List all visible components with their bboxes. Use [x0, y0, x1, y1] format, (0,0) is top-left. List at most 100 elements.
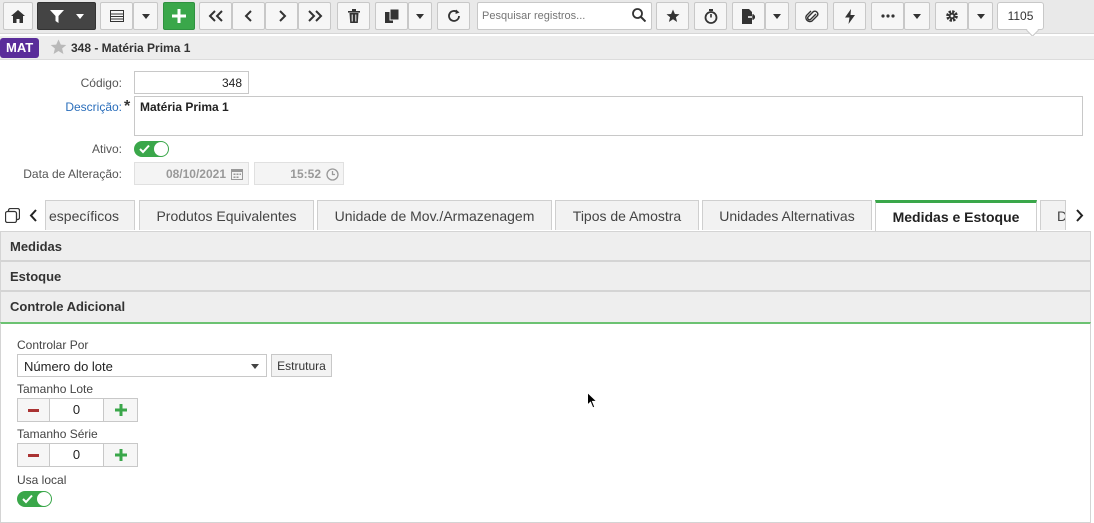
list-icon: [109, 10, 124, 22]
tamanho-serie-label: Tamanho Série: [17, 427, 98, 441]
tamanho-lote-increment-button[interactable]: [103, 398, 138, 422]
chevron-down-icon: [416, 13, 424, 19]
section-medidas[interactable]: Medidas: [0, 231, 1091, 261]
record-count-badge: 1105: [997, 2, 1044, 30]
page-title: 348 - Matéria Prima 1: [71, 41, 191, 55]
gear-icon: [945, 10, 958, 22]
tamanho-lote-stepper: 0: [17, 398, 138, 422]
star-icon: [666, 9, 679, 22]
add-record-button[interactable]: [163, 2, 195, 30]
ativo-toggle[interactable]: [134, 141, 169, 157]
timer-button[interactable]: [694, 2, 727, 30]
usa-local-toggle[interactable]: [17, 491, 52, 507]
settings-button[interactable]: [935, 2, 968, 30]
plus-icon: [114, 404, 127, 416]
more-dots-icon: [880, 14, 895, 18]
codigo-field[interactable]: 348: [134, 71, 249, 94]
home-icon: [11, 9, 25, 23]
lightning-icon: [844, 8, 855, 24]
codigo-label: Código:: [80, 76, 122, 90]
controlar-por-select[interactable]: Número do lote: [17, 354, 267, 377]
copy-dropdown-button[interactable]: [408, 2, 432, 30]
refresh-button[interactable]: [437, 2, 470, 30]
delete-button[interactable]: [337, 2, 370, 30]
mouse-cursor-icon: [587, 392, 598, 409]
tab-next-partial[interactable]: D: [1040, 200, 1066, 230]
favorite-star-icon[interactable]: [50, 39, 67, 55]
toggle-knob: [154, 142, 168, 156]
tamanho-serie-decrement-button[interactable]: [17, 443, 50, 467]
copy-icon: [384, 9, 399, 23]
hora-alteracao-field: 15:52: [254, 162, 344, 185]
file-export-icon: [742, 8, 755, 24]
chevron-down-icon: [75, 13, 84, 19]
controlar-por-label: Controlar Por: [17, 338, 89, 352]
section-controle-adicional[interactable]: Controle Adicional: [0, 291, 1091, 323]
collapse-tabs-icon[interactable]: [5, 208, 20, 223]
tab-unidades-alternativas[interactable]: Unidades Alternativas: [702, 200, 872, 230]
clock-icon: [326, 168, 339, 181]
toolbar: 1105: [0, 0, 1094, 34]
chevron-down-icon: [141, 13, 150, 19]
settings-dropdown-button[interactable]: [968, 2, 993, 30]
tamanho-serie-increment-button[interactable]: [103, 443, 138, 467]
actions-button[interactable]: [833, 2, 866, 30]
list-view-button[interactable]: [100, 2, 133, 30]
paperclip-icon: [804, 10, 818, 23]
next-record-button[interactable]: [265, 2, 298, 30]
more-dropdown-button[interactable]: [904, 2, 930, 30]
home-button[interactable]: [3, 2, 33, 30]
filter-button[interactable]: [37, 2, 96, 30]
chevron-left-icon: [244, 10, 252, 22]
attachment-button[interactable]: [795, 2, 828, 30]
export-button[interactable]: [732, 2, 765, 30]
ativo-label: Ativo:: [91, 142, 122, 156]
filter-icon: [49, 9, 64, 23]
descricao-label[interactable]: Descrição:: [0, 100, 122, 114]
controle-adicional-panel: [0, 322, 1091, 523]
tabs-scroll-right-icon[interactable]: [1075, 209, 1084, 222]
search-icon[interactable]: [632, 8, 646, 22]
data-alteracao-label: Data de Alteração:: [23, 167, 122, 181]
search-input[interactable]: [477, 2, 652, 30]
minus-icon: [28, 408, 39, 412]
double-chevron-right-icon: [307, 10, 322, 22]
export-dropdown-button[interactable]: [765, 2, 789, 30]
tab-label: Tipos de Amostra: [572, 207, 682, 224]
descricao-field[interactable]: [134, 96, 1083, 136]
tab-tipos-amostra[interactable]: Tipos de Amostra: [555, 200, 699, 230]
estrutura-button[interactable]: Estrutura: [271, 354, 332, 377]
record-title-bar: MAT 348 - Matéria Prima 1: [0, 36, 1094, 60]
first-record-button[interactable]: [199, 2, 232, 30]
tab-especificos[interactable]: específicos: [45, 200, 135, 230]
tab-unidade-mov-armazenagem[interactable]: Unidade de Mov./Armazenagem: [317, 200, 552, 230]
more-button[interactable]: [871, 2, 904, 30]
previous-record-button[interactable]: [232, 2, 265, 30]
tab-produtos-equivalentes[interactable]: Produtos Equivalentes: [139, 200, 314, 230]
tab-bar: específicos Produtos Equivalentes Unidad…: [0, 200, 1094, 231]
chevron-down-icon: [913, 13, 921, 19]
minus-icon: [28, 453, 39, 457]
plus-icon: [172, 9, 186, 23]
chevron-down-icon: [976, 13, 985, 19]
tabs-scroll-left-icon[interactable]: [29, 209, 38, 222]
data-alteracao-value: 08/10/2021: [165, 167, 226, 181]
copy-button[interactable]: [375, 2, 408, 30]
view-dropdown-button[interactable]: [133, 2, 158, 30]
tamanho-serie-stepper: 0: [17, 443, 138, 467]
hora-alteracao-value: 15:52: [290, 167, 321, 181]
chevron-right-icon: [278, 10, 286, 22]
favorite-button[interactable]: [656, 2, 689, 30]
toggle-knob: [37, 492, 51, 506]
tab-medidas-estoque[interactable]: Medidas e Estoque: [875, 200, 1037, 231]
trash-icon: [347, 9, 360, 23]
tab-label: Medidas e Estoque: [892, 209, 1020, 225]
tamanho-lote-decrement-button[interactable]: [17, 398, 50, 422]
section-estoque[interactable]: Estoque: [0, 261, 1091, 291]
tab-label: Unidades Alternativas: [719, 207, 855, 224]
tab-label: específicos: [49, 207, 120, 224]
last-record-button[interactable]: [298, 2, 331, 30]
usa-local-label: Usa local: [17, 473, 67, 487]
tamanho-serie-input[interactable]: 0: [50, 443, 103, 467]
tamanho-lote-input[interactable]: 0: [50, 398, 103, 422]
